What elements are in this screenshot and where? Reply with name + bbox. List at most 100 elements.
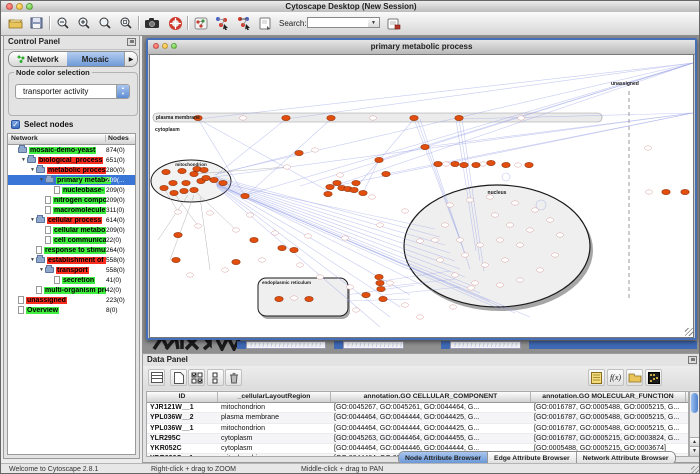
more-tabs-arrow-icon[interactable]: ▶: [124, 52, 137, 66]
graph-node[interactable]: [202, 175, 210, 180]
graph-node[interactable]: [645, 146, 652, 150]
graph-node[interactable]: [259, 258, 266, 262]
background-window-fragment[interactable]: [246, 341, 326, 349]
graph-node[interactable]: [462, 253, 469, 257]
network-canvas[interactable]: plasma membranecytoplasmmitochondrionnuc…: [149, 54, 694, 338]
table-scrollbar[interactable]: ▲ ▼: [689, 391, 700, 457]
background-window-fragment[interactable]: [343, 341, 404, 349]
tree-row[interactable]: response to stimulu264(0): [8, 245, 135, 255]
save-icon[interactable]: [28, 15, 45, 31]
graph-node[interactable]: [337, 173, 344, 177]
graph-node[interactable]: [175, 210, 182, 214]
graph-node[interactable]: [370, 116, 377, 120]
graph-node[interactable]: [502, 162, 510, 167]
graph-node[interactable]: [557, 233, 564, 237]
graph-node[interactable]: [241, 193, 249, 198]
tree-row[interactable]: nucleobase-209(0): [8, 185, 135, 195]
graph-node[interactable]: [532, 208, 539, 212]
graph-node[interactable]: [537, 268, 544, 272]
graph-node[interactable]: [182, 180, 190, 185]
zoom-out-icon[interactable]: [54, 15, 71, 31]
graph-node[interactable]: [233, 228, 240, 232]
import-attributes-icon[interactable]: [626, 369, 643, 386]
graph-node[interactable]: [190, 171, 198, 176]
graph-node[interactable]: [272, 231, 279, 235]
new-attribute-icon[interactable]: [170, 369, 187, 386]
graph-node[interactable]: [172, 257, 180, 262]
graph-node[interactable]: [662, 189, 670, 194]
graph-node[interactable]: [375, 274, 383, 279]
graph-node[interactable]: [410, 115, 418, 120]
graph-node[interactable]: [492, 213, 499, 217]
graph-node[interactable]: [324, 191, 332, 196]
zoom-in-icon[interactable]: [75, 15, 92, 31]
graph-node[interactable]: [247, 213, 254, 217]
tree-row[interactable]: ▼cellular process614(0): [8, 215, 135, 225]
search-dropdown-icon[interactable]: ▼: [368, 17, 380, 28]
table-row[interactable]: YPL036W__1mitochondrion[GO:0044464, GO:0…: [147, 424, 688, 434]
graph-node[interactable]: [417, 239, 424, 243]
graph-node[interactable]: [434, 161, 442, 166]
search-input[interactable]: [307, 17, 369, 28]
graph-node[interactable]: [169, 180, 177, 185]
network-canvas-svg[interactable]: plasma membranecytoplasmmitochondrionnuc…: [150, 55, 693, 337]
scrollbar-thumb[interactable]: [691, 393, 698, 413]
graph-node[interactable]: [347, 285, 354, 289]
column-header[interactable]: ID: [147, 392, 218, 402]
graph-node[interactable]: [402, 209, 409, 213]
column-header[interactable]: annotation.GO MOLECULAR_FUNCTION: [531, 392, 686, 402]
graph-node[interactable]: [297, 263, 304, 267]
graph-node[interactable]: [468, 286, 475, 290]
tree-row[interactable]: ▼transport558(0): [8, 265, 135, 275]
graph-node[interactable]: [162, 169, 170, 174]
graph-node[interactable]: [250, 237, 258, 242]
network-view-titlebar[interactable]: primary metabolic process: [148, 40, 695, 55]
graph-node[interactable]: [232, 259, 240, 264]
graph-node[interactable]: [210, 177, 218, 182]
select-nodes-checkbox[interactable]: ✓: [11, 120, 20, 129]
delete-attribute-icon[interactable]: [225, 369, 242, 386]
graph-node[interactable]: [312, 148, 319, 152]
tree-row[interactable]: ▼metabolic process280(0): [8, 165, 135, 175]
graph-node[interactable]: [447, 203, 454, 207]
tree-row[interactable]: Overview8(0): [8, 305, 135, 315]
graph-node[interactable]: [278, 245, 286, 250]
table-row[interactable]: YLR295Ccytoplasm[GO:0045263, GO:0044464,…: [147, 434, 688, 444]
graph-node[interactable]: [507, 223, 514, 227]
graph-node[interactable]: [460, 162, 468, 167]
node-select-mode-icon[interactable]: [213, 15, 230, 31]
graph-node[interactable]: [170, 190, 178, 195]
snapshot-camera-icon[interactable]: [143, 15, 160, 31]
graph-node[interactable]: [382, 171, 390, 176]
function-builder-icon[interactable]: f(x): [607, 369, 624, 386]
graph-node[interactable]: [305, 234, 312, 238]
graph-node[interactable]: [282, 115, 290, 120]
tree-row[interactable]: ▼establishment of lo558(0): [8, 255, 135, 265]
graph-node[interactable]: [240, 116, 247, 120]
zoom-selected-icon[interactable]: [117, 15, 134, 31]
graph-node[interactable]: [207, 211, 214, 215]
graph-node[interactable]: [295, 150, 303, 155]
table-row[interactable]: YPL036W__2plasma membrane[GO:0044464, GO…: [147, 413, 688, 423]
graph-node[interactable]: [512, 201, 519, 205]
graph-node[interactable]: [350, 187, 358, 192]
zoom-fit-icon[interactable]: [96, 15, 113, 31]
column-header[interactable]: _cellularLayoutRegion: [218, 392, 331, 402]
graph-node[interactable]: [472, 162, 480, 167]
graph-node[interactable]: [333, 180, 341, 185]
graph-node[interactable]: [487, 160, 495, 165]
tree-header-nodes[interactable]: Nodes: [105, 135, 129, 142]
graph-node[interactable]: [457, 238, 464, 242]
graph-node[interactable]: [353, 308, 360, 312]
graph-node[interactable]: [376, 280, 384, 285]
app-resize-grip-icon[interactable]: [691, 466, 700, 474]
table-row[interactable]: YJR121W__1mitochondrion[GO:0045267, GO:0…: [147, 403, 688, 413]
graph-node[interactable]: [432, 238, 439, 242]
graph-node[interactable]: [222, 268, 229, 272]
graph-node[interactable]: [452, 273, 459, 277]
attribute-table-icon[interactable]: [148, 369, 165, 386]
tab-network[interactable]: Network: [9, 52, 67, 66]
node-color-dropdown[interactable]: transporter activity ▲▼: [15, 84, 130, 99]
resize-grip-icon[interactable]: [685, 328, 693, 336]
graph-node[interactable]: [195, 224, 202, 228]
